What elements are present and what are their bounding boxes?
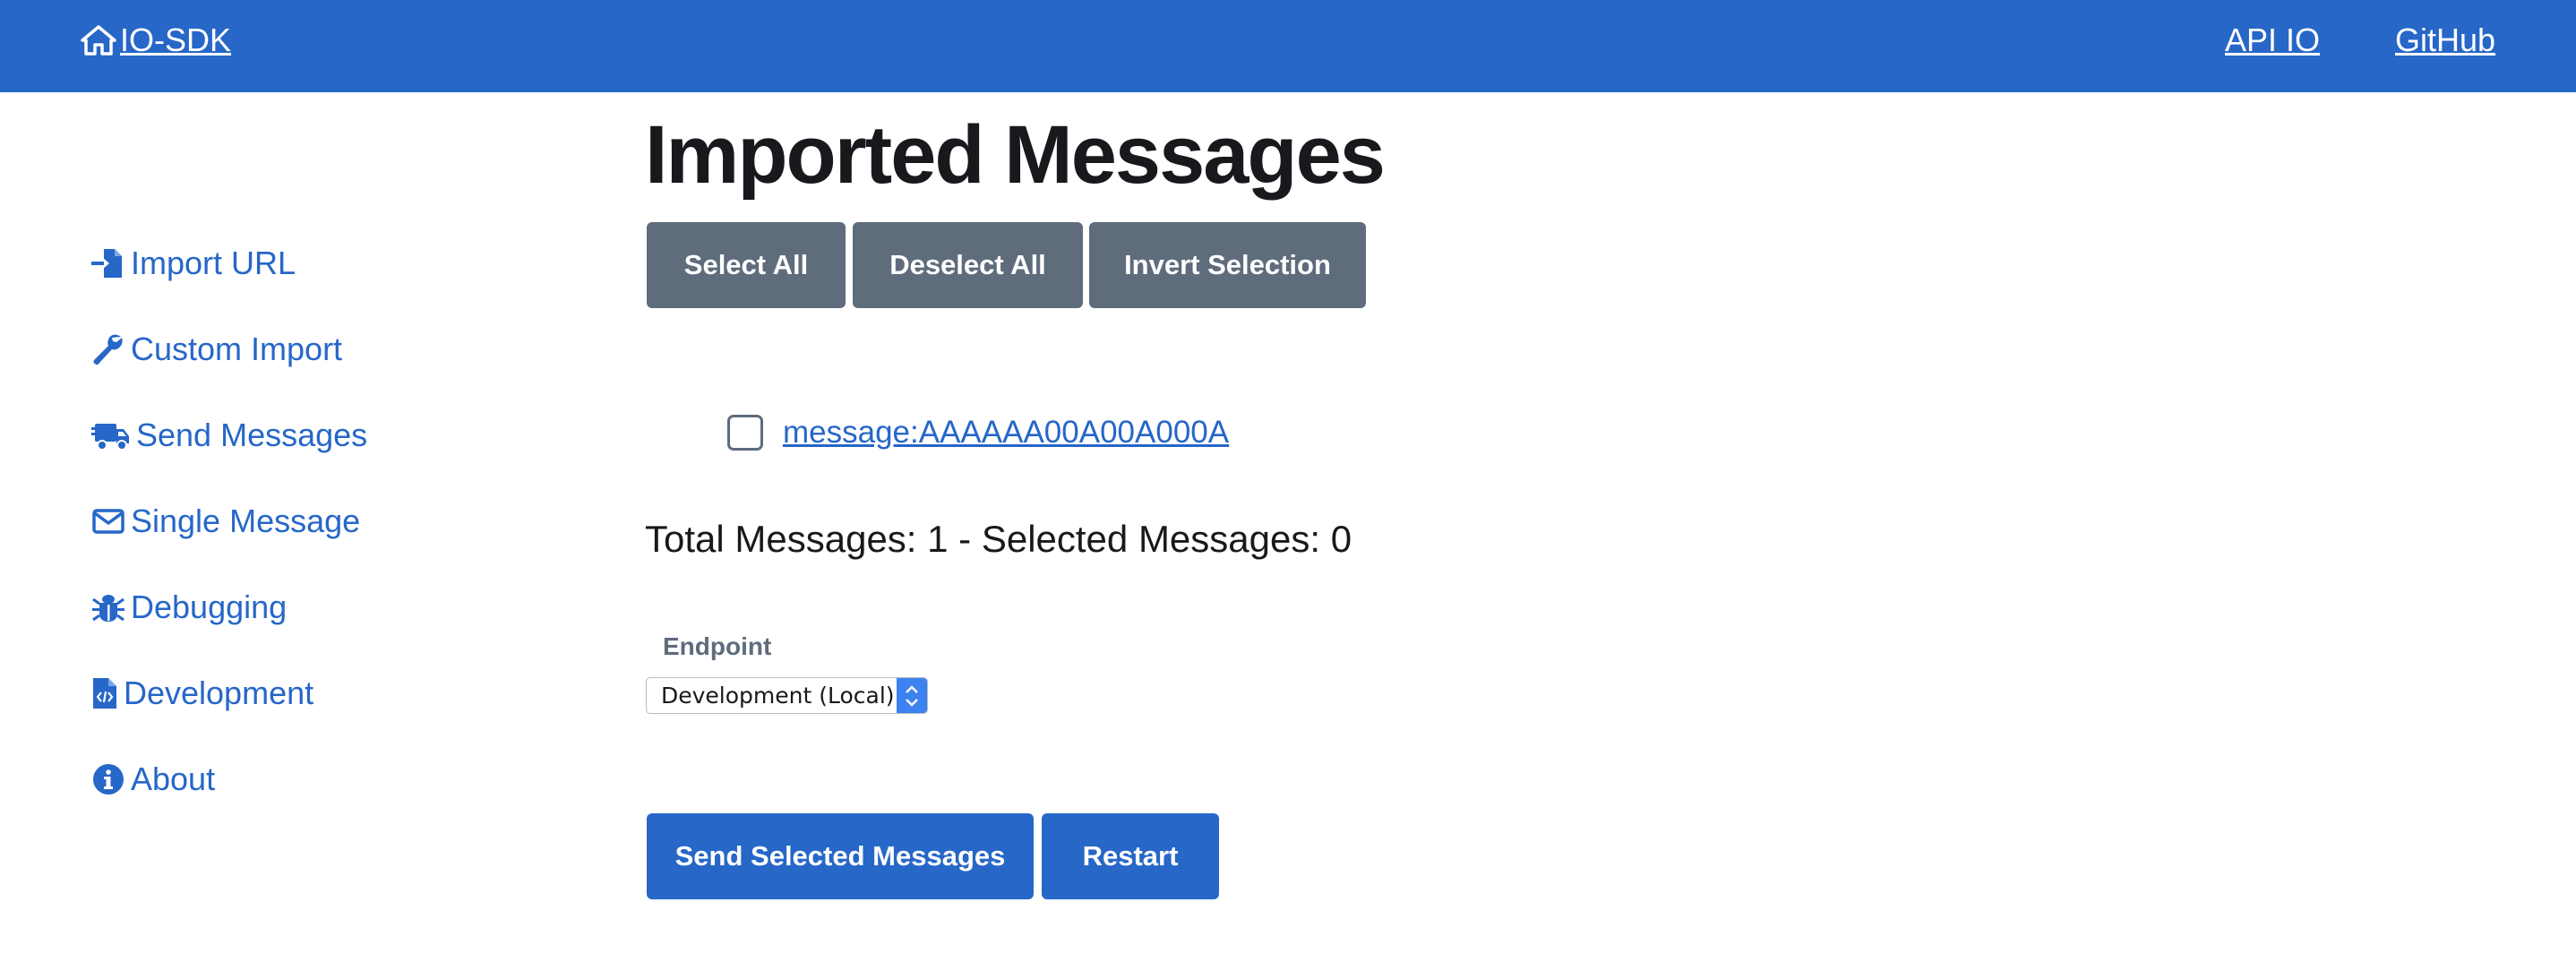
code-file-icon [93, 678, 116, 709]
sidebar-item-development[interactable]: Development [91, 672, 313, 715]
sidebar-item-custom-import[interactable]: Custom Import [91, 328, 342, 371]
select-all-button[interactable]: Select All [647, 222, 846, 308]
message-link[interactable]: message:AAAAAA00A00A000A [783, 415, 1229, 451]
brand-link[interactable]: IO-SDK [81, 20, 231, 61]
sidebar-item-label: Debugging [131, 589, 288, 625]
import-icon [91, 249, 122, 278]
send-selected-messages-button[interactable]: Send Selected Messages [647, 813, 1034, 899]
home-icon [81, 25, 116, 56]
endpoint-select[interactable]: Development (Local) [646, 677, 928, 714]
list-item: message:AAAAAA00A00A000A [727, 410, 1229, 455]
sidebar-item-send-messages[interactable]: Send Messages [91, 414, 367, 457]
message-totals: Total Messages: 1 - Selected Messages: 0 [645, 518, 1352, 560]
sidebar-item-label: Single Message [131, 503, 361, 539]
sidebar-item-about[interactable]: About [91, 758, 215, 801]
sidebar-item-label: Development [124, 675, 314, 711]
sidebar-item-import-url[interactable]: Import URL [91, 242, 296, 285]
select-arrows-icon [897, 678, 927, 713]
truck-icon [91, 424, 129, 451]
page-title: Imported Messages [645, 109, 1386, 201]
bug-icon [92, 595, 125, 622]
sidebar-item-debugging[interactable]: Debugging [91, 586, 287, 629]
sidebar-item-label: Send Messages [136, 417, 368, 453]
wrench-icon [93, 334, 123, 365]
sidebar-item-label: Import URL [131, 245, 296, 281]
message-checkbox[interactable] [727, 415, 763, 451]
restart-button[interactable]: Restart [1042, 813, 1219, 899]
endpoint-selected-value: Development (Local) [661, 683, 895, 709]
envelope-icon [92, 509, 125, 534]
invert-selection-button[interactable]: Invert Selection [1089, 222, 1366, 308]
info-icon [93, 764, 124, 795]
endpoint-label: Endpoint [663, 632, 772, 660]
nav-link-api-io[interactable]: API IO [2225, 20, 2320, 61]
sidebar-item-label: About [131, 760, 216, 797]
deselect-all-button[interactable]: Deselect All [853, 222, 1083, 308]
sidebar-item-single-message[interactable]: Single Message [91, 500, 360, 543]
sidebar-item-label: Custom Import [131, 331, 343, 367]
top-navbar: IO-SDK API IO GitHub [0, 0, 2576, 92]
brand-label: IO-SDK [120, 21, 232, 58]
nav-link-github[interactable]: GitHub [2395, 20, 2495, 61]
